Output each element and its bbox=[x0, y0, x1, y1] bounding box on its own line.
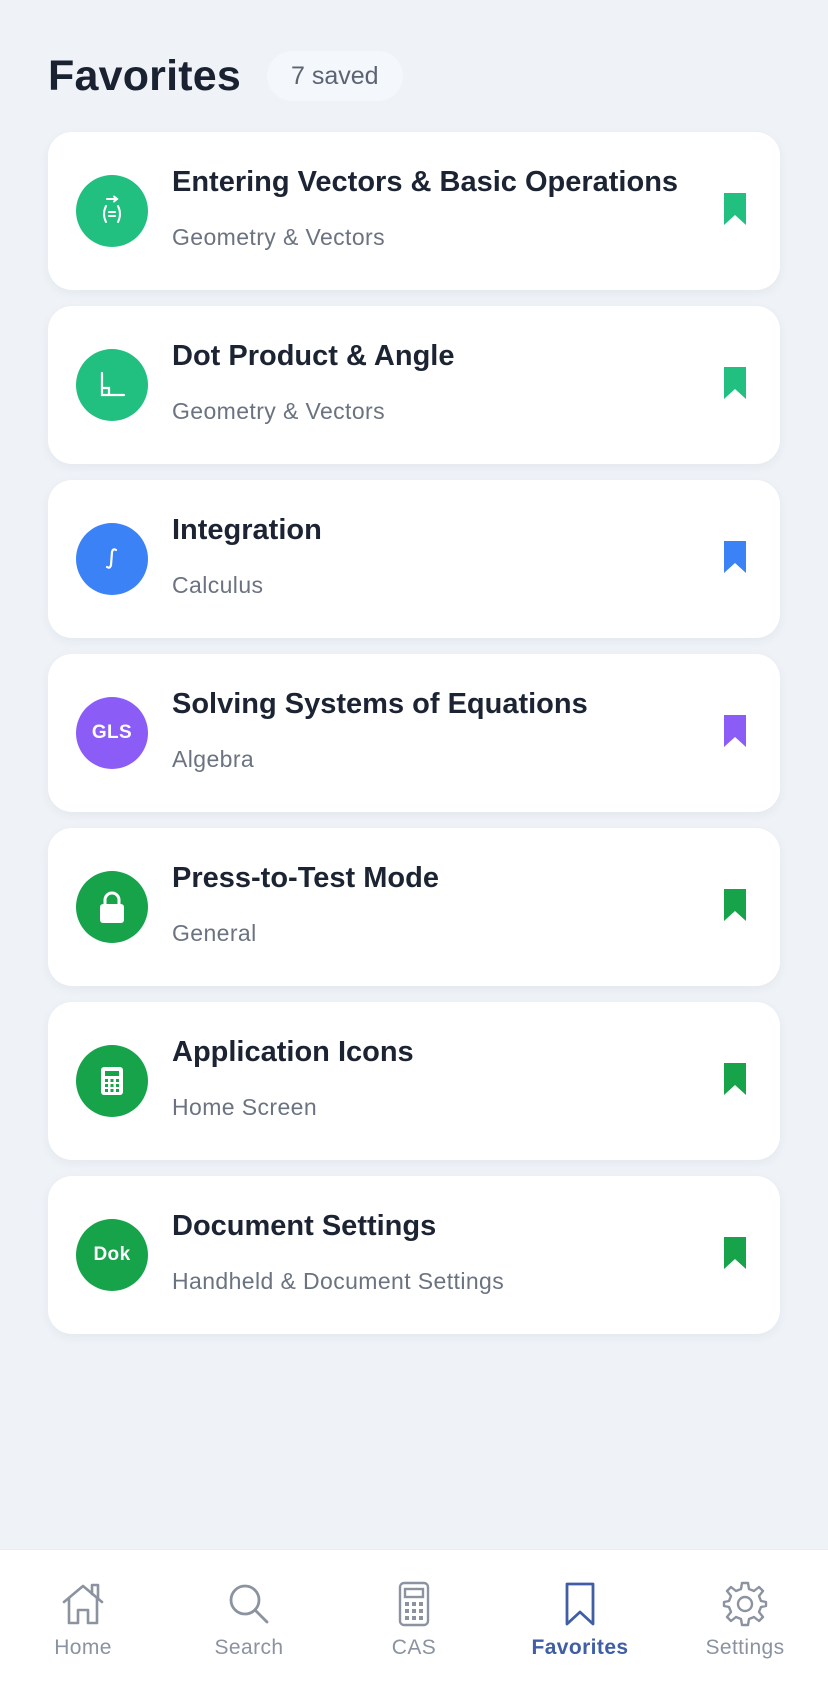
favorite-title: Entering Vectors & Basic Operations bbox=[172, 166, 679, 198]
header: Favorites 7 saved bbox=[48, 48, 403, 104]
favorite-card-integration[interactable]: Integration Calculus bbox=[48, 480, 780, 638]
tab-home[interactable]: Home bbox=[0, 1550, 166, 1696]
search-icon bbox=[229, 1584, 269, 1624]
favorite-card-dot-product[interactable]: Dot Product & Angle Geometry & Vectors bbox=[48, 306, 780, 464]
tab-label: Home bbox=[54, 1636, 112, 1659]
bookmark-icon[interactable] bbox=[724, 889, 746, 921]
favorite-card-application-icons[interactable]: Application Icons Home Screen bbox=[48, 1002, 780, 1160]
favorite-category: Algebra bbox=[172, 746, 255, 772]
lock-icon bbox=[76, 871, 148, 943]
favorite-card-solving-systems[interactable]: GLS Solving Systems of Equations Algebra bbox=[48, 654, 780, 812]
tab-favorites[interactable]: Favorites bbox=[497, 1550, 663, 1696]
favorite-category: Geometry & Vectors bbox=[172, 224, 385, 250]
saved-count-badge: 7 saved bbox=[267, 51, 403, 101]
calculator-icon bbox=[76, 1045, 148, 1117]
favorite-title: Dot Product & Angle bbox=[172, 340, 455, 372]
favorite-title: Document Settings bbox=[172, 1210, 437, 1242]
favorite-category: General bbox=[172, 920, 257, 946]
tab-search[interactable]: Search bbox=[166, 1550, 332, 1696]
tab-label: Settings bbox=[705, 1636, 785, 1659]
angle-icon bbox=[76, 349, 148, 421]
gls-icon-text: GLS bbox=[91, 722, 133, 743]
favorite-title: Integration bbox=[172, 514, 322, 546]
vector-icon bbox=[76, 175, 148, 247]
dok-icon-text: Dok bbox=[93, 1244, 131, 1265]
favorites-list: Entering Vectors & Basic Operations Geom… bbox=[48, 132, 780, 1350]
favorites-screen: Favorites 7 saved Entering Vectors & Bas… bbox=[0, 0, 828, 1696]
dok-icon: Dok bbox=[76, 1219, 148, 1291]
page-title: Favorites bbox=[48, 51, 241, 100]
tab-label: CAS bbox=[391, 1636, 437, 1659]
bookmark-icon bbox=[565, 1582, 595, 1626]
favorite-category: Handheld & Document Settings bbox=[172, 1268, 505, 1294]
bookmark-icon[interactable] bbox=[724, 715, 746, 747]
bookmark-icon[interactable] bbox=[724, 193, 746, 225]
tab-cas[interactable]: CAS bbox=[331, 1550, 497, 1696]
gear-icon bbox=[722, 1581, 768, 1627]
calculator-icon bbox=[398, 1581, 430, 1627]
tab-label: Favorites bbox=[531, 1636, 629, 1659]
integral-icon bbox=[76, 523, 148, 595]
favorite-title: Application Icons bbox=[172, 1036, 414, 1068]
bookmark-icon[interactable] bbox=[724, 1237, 746, 1269]
favorite-category: Geometry & Vectors bbox=[172, 398, 385, 424]
bookmark-icon[interactable] bbox=[724, 541, 746, 573]
bookmark-icon[interactable] bbox=[724, 1063, 746, 1095]
tab-label: Search bbox=[214, 1636, 284, 1659]
favorite-card-document-settings[interactable]: Dok Document Settings Handheld & Documen… bbox=[48, 1176, 780, 1334]
favorite-category: Calculus bbox=[172, 572, 264, 598]
gls-icon: GLS bbox=[76, 697, 148, 769]
favorite-category: Home Screen bbox=[172, 1094, 318, 1120]
home-icon bbox=[62, 1583, 104, 1625]
favorite-title: Solving Systems of Equations bbox=[172, 688, 588, 720]
favorite-title: Press-to-Test Mode bbox=[172, 862, 439, 894]
bottom-tab-bar: Home Search CAS Favorites Settings bbox=[0, 1549, 828, 1696]
favorite-card-entering-vectors[interactable]: Entering Vectors & Basic Operations Geom… bbox=[48, 132, 780, 290]
tab-settings[interactable]: Settings bbox=[662, 1550, 828, 1696]
favorite-card-press-to-test[interactable]: Press-to-Test Mode General bbox=[48, 828, 780, 986]
bookmark-icon[interactable] bbox=[724, 367, 746, 399]
